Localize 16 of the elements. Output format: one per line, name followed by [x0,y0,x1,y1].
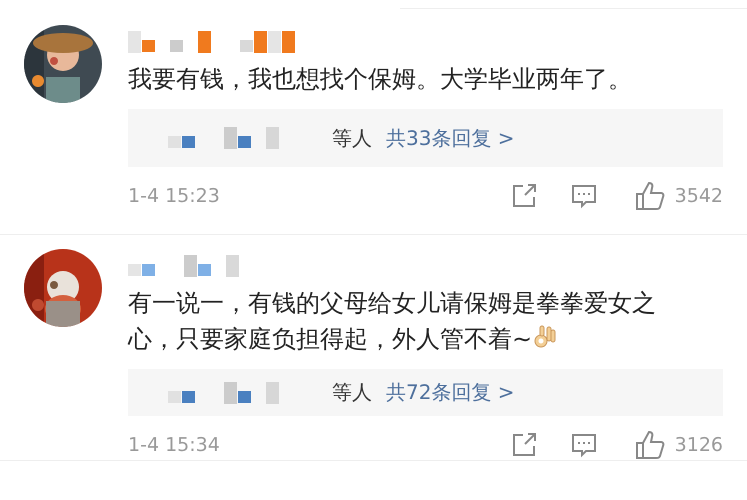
comment-icon[interactable] [570,432,597,458]
comment-time: 1-4 15:23 [128,185,221,207]
like-count: 3126 [674,434,723,456]
replies-users-text: 等人 [332,379,372,406]
share-icon[interactable] [510,183,537,209]
like-icon[interactable] [634,430,665,460]
comment-text: 我要有钱，我也想找个保姆。大学毕业两年了。 [128,64,633,95]
replies-link[interactable]: 共33条回复 > [386,124,515,152]
like-count: 3542 [674,185,723,207]
comment-icon[interactable] [570,183,597,209]
comment-time: 1-4 15:34 [128,434,221,456]
replies-users-text: 等人 [332,124,372,152]
comment-text: 有一说一，有钱的父母给女儿请保姆是拳拳爱女之心，只要家庭负担得起，外人管不着~ [128,288,657,355]
share-icon[interactable] [510,432,537,458]
replies-link[interactable]: 共72条回复 > [386,379,515,406]
like-icon[interactable] [634,181,665,211]
